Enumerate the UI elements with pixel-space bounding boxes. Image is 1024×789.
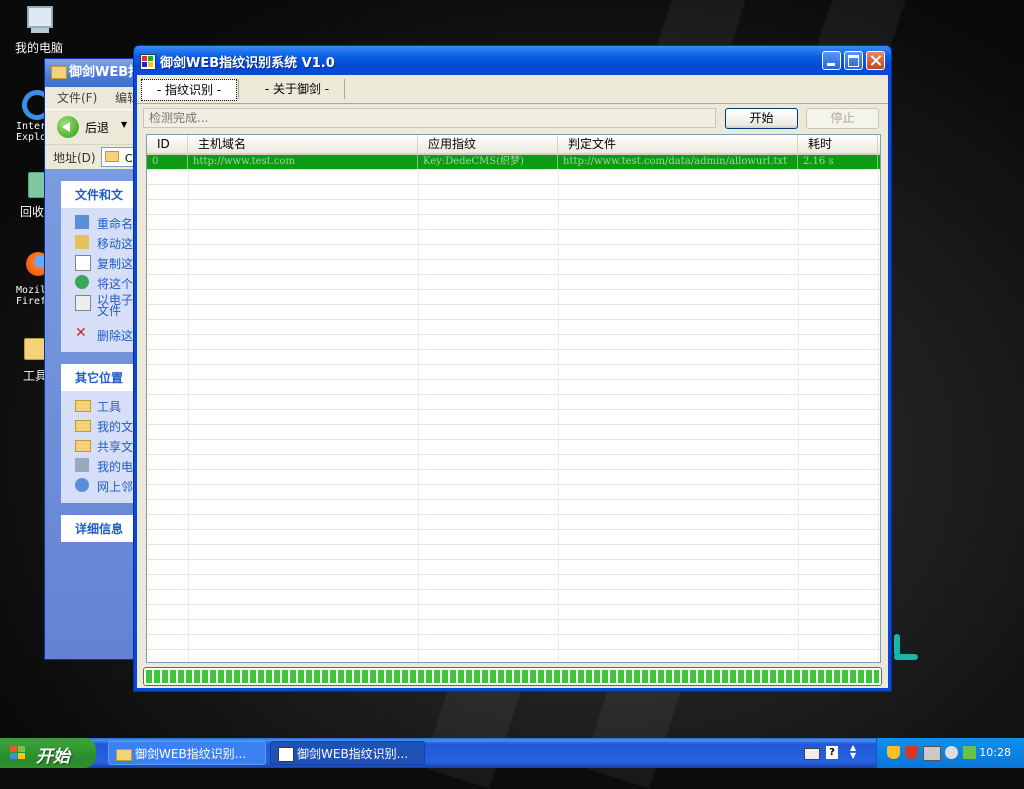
tab-separator: [238, 79, 239, 99]
rename-icon: [75, 215, 89, 229]
column-divider: [878, 155, 879, 662]
cell-id: 0: [147, 155, 188, 169]
table-header: ID 主机域名 应用指纹 判定文件 耗时: [147, 135, 880, 155]
documents-folder-icon: [75, 420, 91, 432]
column-divider: [418, 155, 419, 662]
vm-icon[interactable]: [923, 746, 941, 761]
tab-about[interactable]: - 关于御剑 -: [247, 79, 347, 99]
publish-web-icon: [75, 275, 89, 289]
close-button[interactable]: [866, 51, 885, 70]
minimize-button[interactable]: [822, 51, 841, 70]
taskbar-item-label: 御剑WEB指纹识别...: [297, 747, 409, 761]
computer-icon: [75, 458, 89, 472]
chevron-expand-icon[interactable]: ▲ ▼: [850, 744, 856, 760]
app-client-area: - 指纹识别 - - 关于御剑 - 开始 停止 ID 主机域名 应用指纹 判定文…: [137, 75, 888, 688]
tab-strip: - 指纹识别 - - 关于御剑 -: [137, 75, 888, 104]
shared-folder-icon: [75, 440, 91, 452]
system-tray: 10:28: [876, 738, 1024, 768]
help-icon[interactable]: ?: [826, 746, 838, 759]
task-label: 将这个: [97, 277, 134, 291]
wallpaper-logo: [888, 632, 918, 666]
menu-file[interactable]: 文件(F): [57, 91, 97, 105]
task-label: 复制这: [97, 257, 134, 271]
cell-file: http://www.test.com/data/admin/allowurl.…: [558, 155, 798, 169]
taskbar: 开始 御剑WEB指纹识别... 御剑WEB指纹识别... ? ▲ ▼ 10:28: [0, 738, 1024, 768]
network-icon[interactable]: [963, 746, 976, 759]
network-icon: [75, 478, 89, 492]
desktop-icon-label: Mozil Firef: [16, 285, 47, 307]
task-label: 移动这: [97, 237, 134, 251]
place-label: 工具: [97, 400, 122, 414]
results-table[interactable]: ID 主机域名 应用指纹 判定文件 耗时 0 http://www.test.c…: [146, 134, 881, 663]
app-window[interactable]: 御剑WEB指纹识别系统 V1.0 - 指纹识别 - - 关于御剑 - 开始 停止…: [133, 45, 892, 692]
tab-fingerprint[interactable]: - 指纹识别 -: [141, 79, 237, 101]
back-arrow-icon[interactable]: [57, 116, 79, 138]
keyboard-icon[interactable]: [804, 748, 820, 760]
task-label: 重命名: [97, 217, 134, 231]
copy-icon: [75, 255, 91, 271]
start-menu-button[interactable]: 开始: [0, 738, 96, 768]
desktop-icon-label: Inter Explo: [16, 121, 47, 143]
chevron-down-icon[interactable]: ▼: [121, 120, 127, 129]
taskbar-item-explorer[interactable]: 御剑WEB指纹识别...: [108, 741, 266, 765]
folder-icon: [105, 151, 119, 162]
stop-button[interactable]: 停止: [806, 108, 879, 129]
place-label: 我的文: [97, 420, 134, 434]
app-titlebar[interactable]: 御剑WEB指纹识别系统 V1.0: [134, 46, 891, 75]
cell-fingerprint: Key:DedeCMS(织梦): [418, 155, 558, 169]
move-icon: [75, 235, 89, 249]
address-label: 地址(D): [53, 151, 96, 165]
clock: 10:28: [979, 746, 1011, 759]
folder-icon: [51, 66, 67, 79]
column-header-id[interactable]: ID: [147, 135, 188, 153]
app-icon: [140, 54, 156, 70]
desktop-icon-my-computer[interactable]: 我的电脑: [0, 4, 78, 56]
folder-icon: [116, 749, 132, 761]
windows-logo-icon: [10, 746, 26, 760]
app-icon: [278, 747, 294, 762]
folder-icon: [75, 400, 91, 412]
delete-x-icon: ✕: [75, 325, 87, 341]
computer-icon: [23, 4, 55, 36]
start-button[interactable]: 开始: [725, 108, 798, 129]
explorer-title: 御剑WEB指: [69, 65, 142, 80]
tab-separator: [344, 79, 345, 99]
cell-host: http://www.test.com: [188, 155, 418, 169]
column-header-fingerprint[interactable]: 应用指纹: [418, 135, 558, 153]
column-header-host[interactable]: 主机域名: [188, 135, 418, 153]
place-label: 网上邻: [97, 480, 134, 494]
task-label: 删除这: [97, 329, 134, 343]
progress-bar: [143, 667, 882, 686]
shield-icon[interactable]: [887, 746, 900, 759]
task-label: 以电子 文件: [97, 293, 134, 318]
status-field[interactable]: [143, 108, 716, 128]
security-shield-icon[interactable]: [905, 746, 918, 759]
desktop-icon-label: 我的电脑: [14, 41, 63, 55]
column-header-time[interactable]: 耗时: [798, 135, 878, 153]
maximize-button[interactable]: [844, 51, 863, 70]
back-button-label[interactable]: 后退: [85, 119, 109, 136]
cell-time: 2.16 s: [798, 155, 878, 169]
speaker-icon[interactable]: [945, 746, 958, 759]
column-divider: [798, 155, 799, 662]
column-divider: [558, 155, 559, 662]
table-gridlines: [147, 155, 880, 662]
taskbar-item-app[interactable]: 御剑WEB指纹识别...: [270, 741, 425, 765]
email-icon: [75, 295, 91, 311]
taskbar-item-label: 御剑WEB指纹识别...: [135, 747, 247, 761]
app-title: 御剑WEB指纹识别系统 V1.0: [160, 56, 335, 71]
place-label: 共享文: [97, 440, 134, 454]
table-row[interactable]: 0 http://www.test.com Key:DedeCMS(织梦) ht…: [147, 155, 880, 169]
start-label: 开始: [36, 747, 70, 767]
place-label: 我的电: [97, 460, 134, 474]
column-divider: [188, 155, 189, 662]
progress-fill: [146, 670, 879, 683]
column-header-file[interactable]: 判定文件: [558, 135, 798, 153]
